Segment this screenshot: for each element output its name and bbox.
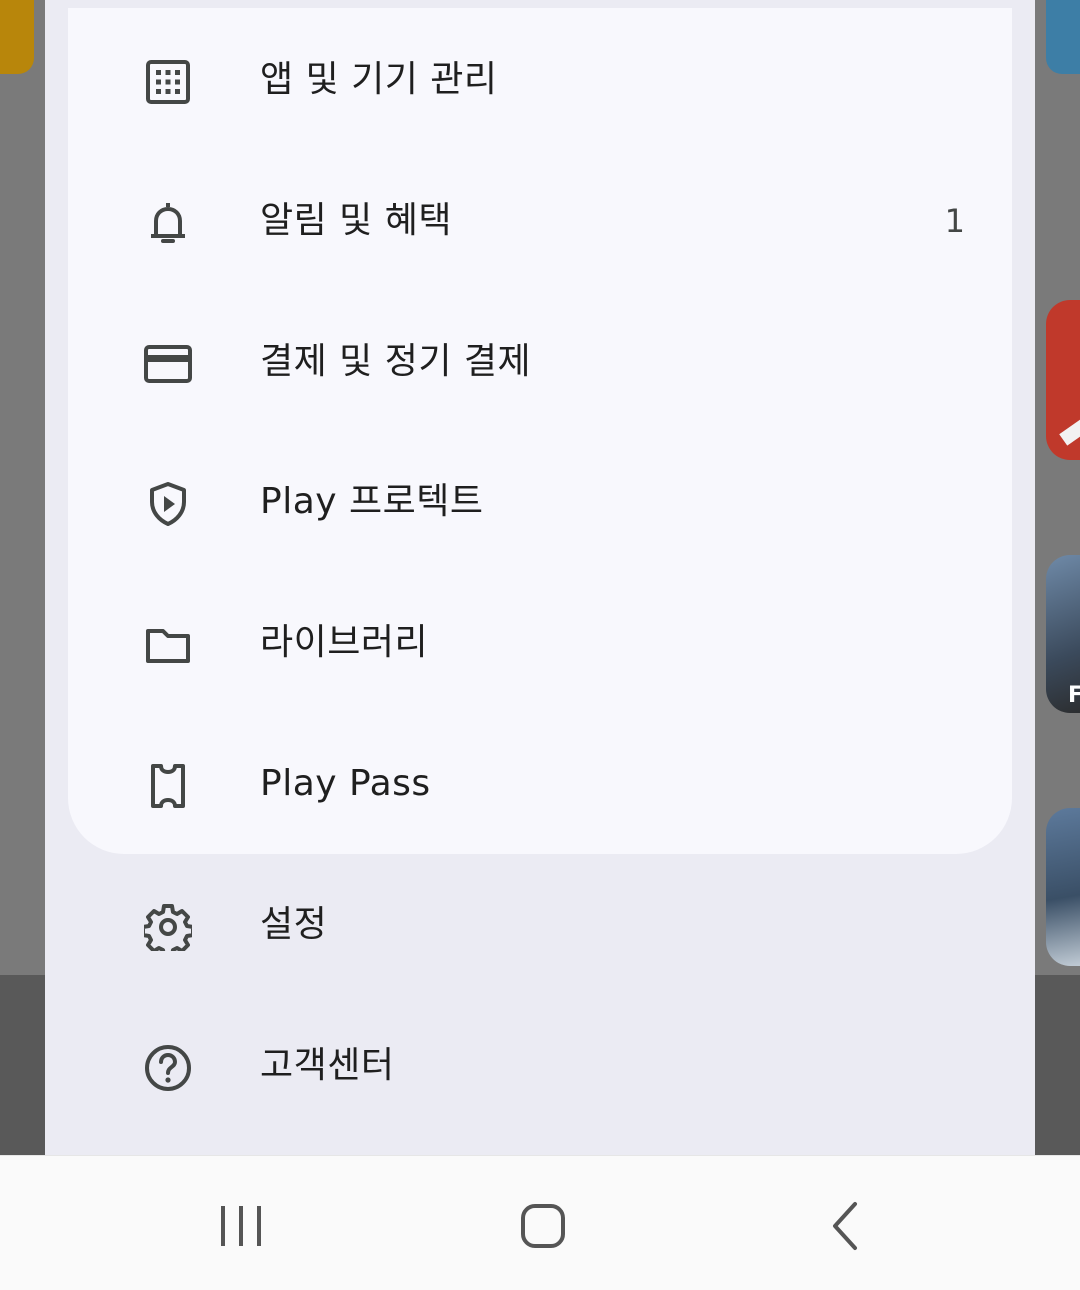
menu-item-play-pass[interactable]: Play Pass xyxy=(45,714,1035,854)
menu-item-label: 설정 xyxy=(260,904,328,945)
menu-item-library[interactable]: 라이브러리 xyxy=(45,573,1035,713)
bell-icon xyxy=(144,199,192,247)
background-app-tile xyxy=(1046,808,1080,966)
system-navigation-bar xyxy=(0,1155,1080,1290)
back-button[interactable] xyxy=(815,1196,875,1256)
card-divider xyxy=(68,0,1012,8)
credit-card-icon xyxy=(144,340,192,388)
home-button[interactable] xyxy=(513,1196,573,1256)
recent-apps-button[interactable] xyxy=(211,1196,271,1256)
menu-item-label: 결제 및 정기 결제 xyxy=(260,341,532,382)
background-app-tile: F xyxy=(1046,555,1080,713)
home-icon xyxy=(513,1196,573,1256)
account-menu-panel: 앱 및 기기 관리 알림 및 혜택 1 결제 및 정기 결제 Play 프로텍트… xyxy=(45,0,1035,1155)
menu-item-label: 알림 및 혜택 xyxy=(260,200,452,241)
folder-icon xyxy=(144,621,192,669)
apps-grid-icon xyxy=(144,58,192,106)
recent-apps-icon xyxy=(211,1196,271,1256)
gear-icon xyxy=(144,903,192,951)
menu-item-label: Play Pass xyxy=(260,763,431,804)
shield-play-icon xyxy=(144,480,192,528)
menu-item-play-protect[interactable]: Play 프로텍트 xyxy=(45,432,1035,572)
menu-item-payments-subscriptions[interactable]: 결제 및 정기 결제 xyxy=(45,292,1035,432)
ticket-icon xyxy=(144,762,192,810)
notification-count-badge: 1 xyxy=(944,202,965,240)
background-app-tile xyxy=(1046,0,1080,74)
menu-item-label: 고객센터 xyxy=(260,1045,395,1086)
help-circle-icon xyxy=(144,1044,192,1092)
menu-item-help-center[interactable]: 고객센터 xyxy=(45,996,1035,1136)
background-app-tile xyxy=(0,0,34,74)
menu-item-label: Play 프로텍트 xyxy=(260,481,484,522)
menu-item-label: 앱 및 기기 관리 xyxy=(260,59,498,100)
menu-item-app-device-management[interactable]: 앱 및 기기 관리 xyxy=(45,10,1035,150)
background-app-tile xyxy=(1046,300,1080,460)
menu-item-notifications-offers[interactable]: 알림 및 혜택 1 xyxy=(45,151,1035,291)
back-icon xyxy=(815,1196,875,1256)
menu-item-label: 라이브러리 xyxy=(260,622,429,663)
menu-item-settings[interactable]: 설정 xyxy=(45,855,1035,995)
